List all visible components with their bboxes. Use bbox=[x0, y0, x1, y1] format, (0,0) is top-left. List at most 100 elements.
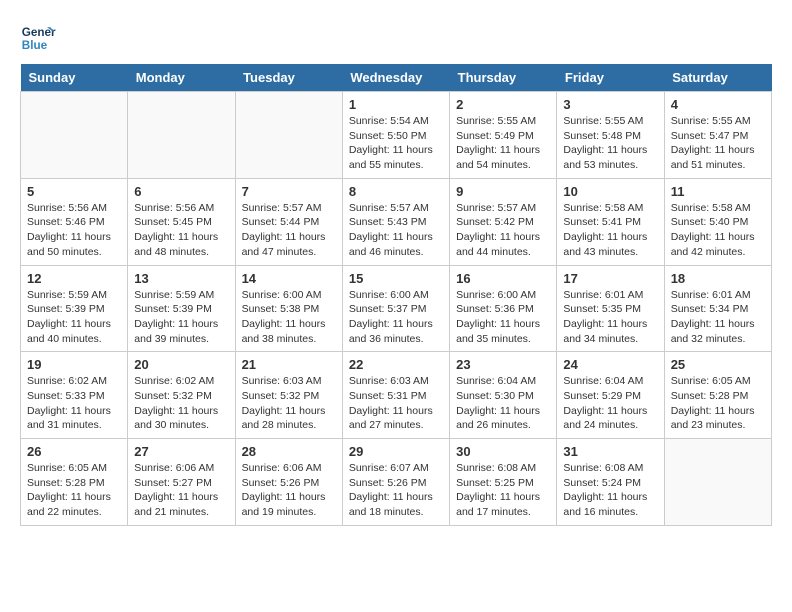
calendar-cell: 13 Sunrise: 5:59 AM Sunset: 5:39 PM Dayli… bbox=[128, 265, 235, 352]
calendar-cell: 18 Sunrise: 6:01 AM Sunset: 5:34 PM Dayli… bbox=[664, 265, 771, 352]
calendar-cell: 28 Sunrise: 6:06 AM Sunset: 5:26 PM Dayli… bbox=[235, 439, 342, 526]
calendar-table: SundayMondayTuesdayWednesdayThursdayFrid… bbox=[20, 64, 772, 526]
top-area: General Blue bbox=[20, 20, 772, 56]
day-number: 22 bbox=[349, 357, 443, 372]
calendar-cell: 9 Sunrise: 5:57 AM Sunset: 5:42 PM Daylig… bbox=[450, 178, 557, 265]
col-header-monday: Monday bbox=[128, 64, 235, 92]
day-info: Sunrise: 6:06 AM Sunset: 5:26 PM Dayligh… bbox=[242, 461, 336, 520]
calendar-cell bbox=[664, 439, 771, 526]
col-header-friday: Friday bbox=[557, 64, 664, 92]
day-number: 8 bbox=[349, 184, 443, 199]
calendar-cell: 5Sunrise: 5:56 AM Sunset: 5:46 PM Daylig… bbox=[21, 178, 128, 265]
day-number: 18 bbox=[671, 271, 765, 286]
calendar-cell: 2 Sunrise: 5:55 AM Sunset: 5:49 PM Daylig… bbox=[450, 92, 557, 179]
day-number: 28 bbox=[242, 444, 336, 459]
day-number: 27 bbox=[134, 444, 228, 459]
day-number: 16 bbox=[456, 271, 550, 286]
day-info: Sunrise: 6:06 AM Sunset: 5:27 PM Dayligh… bbox=[134, 461, 228, 520]
calendar-cell: 21 Sunrise: 6:03 AM Sunset: 5:32 PM Dayli… bbox=[235, 352, 342, 439]
day-info: Sunrise: 5:58 AM Sunset: 5:41 PM Dayligh… bbox=[563, 201, 657, 260]
day-info: Sunrise: 6:01 AM Sunset: 5:34 PM Dayligh… bbox=[671, 288, 765, 347]
calendar-cell: 23 Sunrise: 6:04 AM Sunset: 5:30 PM Dayli… bbox=[450, 352, 557, 439]
col-header-sunday: Sunday bbox=[21, 64, 128, 92]
calendar-cell: 10 Sunrise: 5:58 AM Sunset: 5:41 PM Dayli… bbox=[557, 178, 664, 265]
day-number: 17 bbox=[563, 271, 657, 286]
day-info: Sunrise: 6:04 AM Sunset: 5:30 PM Dayligh… bbox=[456, 374, 550, 433]
day-number: 13 bbox=[134, 271, 228, 286]
day-info: Sunrise: 6:03 AM Sunset: 5:32 PM Dayligh… bbox=[242, 374, 336, 433]
day-info: Sunrise: 6:05 AM Sunset: 5:28 PM Dayligh… bbox=[671, 374, 765, 433]
day-info: Sunrise: 6:00 AM Sunset: 5:37 PM Dayligh… bbox=[349, 288, 443, 347]
day-number: 23 bbox=[456, 357, 550, 372]
calendar-cell: 16 Sunrise: 6:00 AM Sunset: 5:36 PM Dayli… bbox=[450, 265, 557, 352]
day-number: 10 bbox=[563, 184, 657, 199]
day-number: 3 bbox=[563, 97, 657, 112]
day-number: 2 bbox=[456, 97, 550, 112]
col-header-saturday: Saturday bbox=[664, 64, 771, 92]
day-info: Sunrise: 5:57 AM Sunset: 5:43 PM Dayligh… bbox=[349, 201, 443, 260]
calendar-cell: 11 Sunrise: 5:58 AM Sunset: 5:40 PM Dayli… bbox=[664, 178, 771, 265]
day-number: 6 bbox=[134, 184, 228, 199]
day-info: Sunrise: 6:05 AM Sunset: 5:28 PM Dayligh… bbox=[27, 461, 121, 520]
week-row-5: 26 Sunrise: 6:05 AM Sunset: 5:28 PM Dayli… bbox=[21, 439, 772, 526]
day-number: 11 bbox=[671, 184, 765, 199]
calendar-cell: 3 Sunrise: 5:55 AM Sunset: 5:48 PM Daylig… bbox=[557, 92, 664, 179]
calendar-cell: 1Sunrise: 5:54 AM Sunset: 5:50 PM Daylig… bbox=[342, 92, 449, 179]
col-header-tuesday: Tuesday bbox=[235, 64, 342, 92]
day-info: Sunrise: 5:55 AM Sunset: 5:49 PM Dayligh… bbox=[456, 114, 550, 173]
col-header-wednesday: Wednesday bbox=[342, 64, 449, 92]
calendar-cell: 29 Sunrise: 6:07 AM Sunset: 5:26 PM Dayli… bbox=[342, 439, 449, 526]
day-info: Sunrise: 5:59 AM Sunset: 5:39 PM Dayligh… bbox=[134, 288, 228, 347]
calendar-cell: 26 Sunrise: 6:05 AM Sunset: 5:28 PM Dayli… bbox=[21, 439, 128, 526]
day-number: 29 bbox=[349, 444, 443, 459]
day-number: 26 bbox=[27, 444, 121, 459]
calendar-cell: 19 Sunrise: 6:02 AM Sunset: 5:33 PM Dayli… bbox=[21, 352, 128, 439]
day-info: Sunrise: 6:00 AM Sunset: 5:38 PM Dayligh… bbox=[242, 288, 336, 347]
calendar-cell: 20 Sunrise: 6:02 AM Sunset: 5:32 PM Dayli… bbox=[128, 352, 235, 439]
calendar-cell: 6Sunrise: 5:56 AM Sunset: 5:45 PM Daylig… bbox=[128, 178, 235, 265]
calendar-cell: 27 Sunrise: 6:06 AM Sunset: 5:27 PM Dayli… bbox=[128, 439, 235, 526]
calendar-cell: 30 Sunrise: 6:08 AM Sunset: 5:25 PM Dayli… bbox=[450, 439, 557, 526]
day-info: Sunrise: 5:58 AM Sunset: 5:40 PM Dayligh… bbox=[671, 201, 765, 260]
day-info: Sunrise: 5:57 AM Sunset: 5:42 PM Dayligh… bbox=[456, 201, 550, 260]
calendar-cell: 12Sunrise: 5:59 AM Sunset: 5:39 PM Dayli… bbox=[21, 265, 128, 352]
calendar-cell bbox=[128, 92, 235, 179]
calendar-cell: 24Sunrise: 6:04 AM Sunset: 5:29 PM Dayli… bbox=[557, 352, 664, 439]
day-info: Sunrise: 6:04 AM Sunset: 5:29 PM Dayligh… bbox=[563, 374, 657, 433]
day-number: 21 bbox=[242, 357, 336, 372]
calendar-cell: 4Sunrise: 5:55 AM Sunset: 5:47 PM Daylig… bbox=[664, 92, 771, 179]
day-number: 30 bbox=[456, 444, 550, 459]
calendar-cell bbox=[21, 92, 128, 179]
day-info: Sunrise: 6:02 AM Sunset: 5:32 PM Dayligh… bbox=[134, 374, 228, 433]
day-info: Sunrise: 6:08 AM Sunset: 5:25 PM Dayligh… bbox=[456, 461, 550, 520]
day-info: Sunrise: 5:55 AM Sunset: 5:48 PM Dayligh… bbox=[563, 114, 657, 173]
col-header-thursday: Thursday bbox=[450, 64, 557, 92]
calendar-cell: 14Sunrise: 6:00 AM Sunset: 5:38 PM Dayli… bbox=[235, 265, 342, 352]
logo-icon: General Blue bbox=[20, 20, 56, 56]
logo: General Blue bbox=[20, 20, 60, 56]
day-number: 4 bbox=[671, 97, 765, 112]
day-info: Sunrise: 6:07 AM Sunset: 5:26 PM Dayligh… bbox=[349, 461, 443, 520]
day-number: 9 bbox=[456, 184, 550, 199]
day-info: Sunrise: 6:02 AM Sunset: 5:33 PM Dayligh… bbox=[27, 374, 121, 433]
calendar-cell: 22Sunrise: 6:03 AM Sunset: 5:31 PM Dayli… bbox=[342, 352, 449, 439]
day-number: 31 bbox=[563, 444, 657, 459]
day-info: Sunrise: 6:08 AM Sunset: 5:24 PM Dayligh… bbox=[563, 461, 657, 520]
week-row-3: 12Sunrise: 5:59 AM Sunset: 5:39 PM Dayli… bbox=[21, 265, 772, 352]
day-info: Sunrise: 5:57 AM Sunset: 5:44 PM Dayligh… bbox=[242, 201, 336, 260]
day-info: Sunrise: 6:00 AM Sunset: 5:36 PM Dayligh… bbox=[456, 288, 550, 347]
calendar-cell: 15 Sunrise: 6:00 AM Sunset: 5:37 PM Dayli… bbox=[342, 265, 449, 352]
calendar-cell: 17Sunrise: 6:01 AM Sunset: 5:35 PM Dayli… bbox=[557, 265, 664, 352]
day-info: Sunrise: 5:56 AM Sunset: 5:46 PM Dayligh… bbox=[27, 201, 121, 260]
week-row-1: 1Sunrise: 5:54 AM Sunset: 5:50 PM Daylig… bbox=[21, 92, 772, 179]
day-number: 20 bbox=[134, 357, 228, 372]
calendar-cell: 31 Sunrise: 6:08 AM Sunset: 5:24 PM Dayli… bbox=[557, 439, 664, 526]
week-row-2: 5Sunrise: 5:56 AM Sunset: 5:46 PM Daylig… bbox=[21, 178, 772, 265]
calendar-cell: 25 Sunrise: 6:05 AM Sunset: 5:28 PM Dayli… bbox=[664, 352, 771, 439]
calendar-cell: 7Sunrise: 5:57 AM Sunset: 5:44 PM Daylig… bbox=[235, 178, 342, 265]
week-row-4: 19 Sunrise: 6:02 AM Sunset: 5:33 PM Dayli… bbox=[21, 352, 772, 439]
day-number: 25 bbox=[671, 357, 765, 372]
svg-text:Blue: Blue bbox=[22, 39, 48, 52]
day-number: 19 bbox=[27, 357, 121, 372]
day-number: 15 bbox=[349, 271, 443, 286]
